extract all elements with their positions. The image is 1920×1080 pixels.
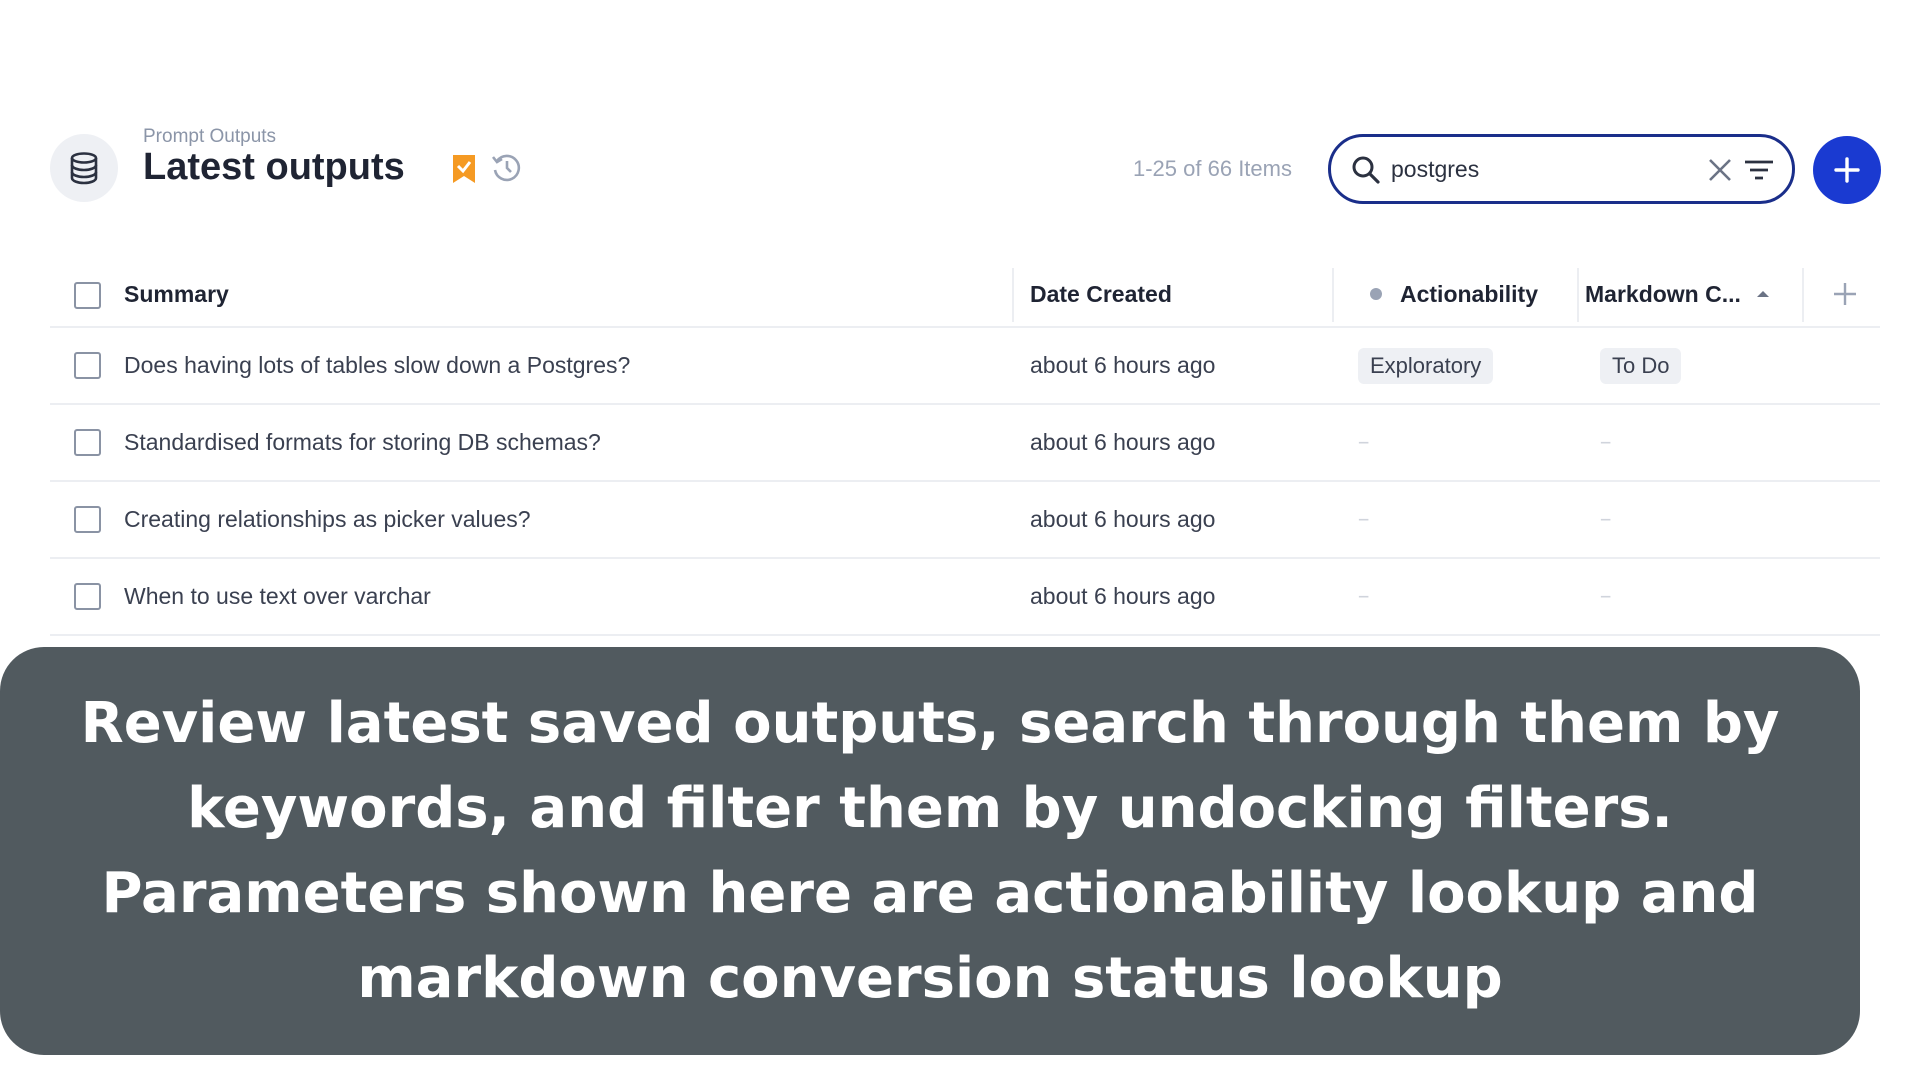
plus-icon: [1834, 283, 1856, 305]
row-checkbox[interactable]: [74, 352, 101, 379]
status-dot-icon: [1370, 288, 1382, 300]
empty-value: --: [1600, 508, 1611, 530]
empty-value: --: [1358, 508, 1369, 530]
outputs-table: Summary Date Created Actionability Markd…: [50, 262, 1880, 636]
row-checkbox[interactable]: [74, 429, 101, 456]
history-icon[interactable]: [490, 151, 524, 185]
page-header: Prompt Outputs Latest outputs 1-25 of 66…: [50, 120, 1881, 218]
date-cell: about 6 hours ago: [1030, 352, 1216, 378]
table-row[interactable]: When to use text over varchar about 6 ho…: [50, 559, 1880, 636]
column-divider[interactable]: [1332, 268, 1334, 322]
plus-icon: [1834, 157, 1860, 183]
row-checkbox[interactable]: [74, 506, 101, 533]
column-header-date-created[interactable]: Date Created: [1030, 262, 1340, 326]
date-cell: about 6 hours ago: [1030, 506, 1216, 532]
search-input[interactable]: [1391, 151, 1691, 187]
app-screen: Prompt Outputs Latest outputs 1-25 of 66…: [0, 0, 1920, 1080]
markdown-cell[interactable]: --: [1585, 482, 1810, 557]
actionability-cell[interactable]: Exploratory: [1340, 328, 1585, 403]
column-label: Actionability: [1400, 280, 1539, 307]
bookmark-check-icon[interactable]: [448, 153, 480, 185]
column-header-summary[interactable]: Summary: [124, 262, 1044, 326]
empty-value: --: [1600, 585, 1611, 607]
summary-cell: When to use text over varchar: [124, 583, 431, 609]
summary-cell: Creating relationships as picker values?: [124, 506, 531, 532]
column-label: Markdown C...: [1585, 280, 1741, 307]
row-checkbox[interactable]: [74, 583, 101, 610]
date-cell: about 6 hours ago: [1030, 583, 1216, 609]
add-button[interactable]: [1813, 136, 1881, 204]
caption-text: Review latest saved outputs, search thro…: [80, 691, 1780, 1011]
select-all-checkbox[interactable]: [74, 282, 101, 309]
page-title: Latest outputs: [143, 146, 405, 188]
markdown-cell[interactable]: --: [1585, 405, 1810, 480]
empty-value: --: [1600, 431, 1611, 453]
breadcrumb[interactable]: Prompt Outputs: [143, 126, 276, 148]
actionability-cell[interactable]: --: [1340, 482, 1585, 557]
column-header-actionability[interactable]: Actionability: [1340, 262, 1585, 326]
markdown-cell[interactable]: --: [1585, 559, 1810, 634]
empty-value: --: [1358, 431, 1369, 453]
summary-cell: Standardised formats for storing DB sche…: [124, 429, 601, 455]
actionability-chip[interactable]: Exploratory: [1358, 347, 1494, 384]
column-divider[interactable]: [1577, 268, 1579, 322]
database-icon: [50, 134, 118, 202]
item-count: 1-25 of 66 Items: [1133, 156, 1292, 181]
caption-panel: Review latest saved outputs, search thro…: [0, 647, 1860, 1055]
column-label: Summary: [124, 280, 229, 307]
column-header-markdown[interactable]: Markdown C...: [1585, 262, 1810, 326]
column-divider[interactable]: [1012, 268, 1014, 322]
add-column-button[interactable]: [1810, 262, 1880, 326]
sort-ascending-icon[interactable]: [1756, 291, 1769, 297]
column-label: Date Created: [1030, 280, 1172, 307]
table-row[interactable]: Does having lots of tables slow down a P…: [50, 328, 1880, 405]
filter-icon[interactable]: [1743, 155, 1775, 185]
summary-cell: Does having lots of tables slow down a P…: [124, 352, 631, 378]
table-row[interactable]: Standardised formats for storing DB sche…: [50, 405, 1880, 482]
table-row[interactable]: Creating relationships as picker values?…: [50, 482, 1880, 559]
table-header: Summary Date Created Actionability Markd…: [50, 262, 1880, 328]
markdown-cell[interactable]: To Do: [1585, 328, 1810, 403]
empty-value: --: [1358, 585, 1369, 607]
search-icon: [1352, 156, 1380, 184]
actionability-cell[interactable]: --: [1340, 559, 1585, 634]
markdown-status-chip[interactable]: To Do: [1600, 347, 1682, 384]
actionability-cell[interactable]: --: [1340, 405, 1585, 480]
close-icon[interactable]: [1706, 156, 1734, 184]
date-cell: about 6 hours ago: [1030, 429, 1216, 455]
column-divider[interactable]: [1802, 268, 1804, 322]
search-box[interactable]: [1328, 134, 1795, 204]
